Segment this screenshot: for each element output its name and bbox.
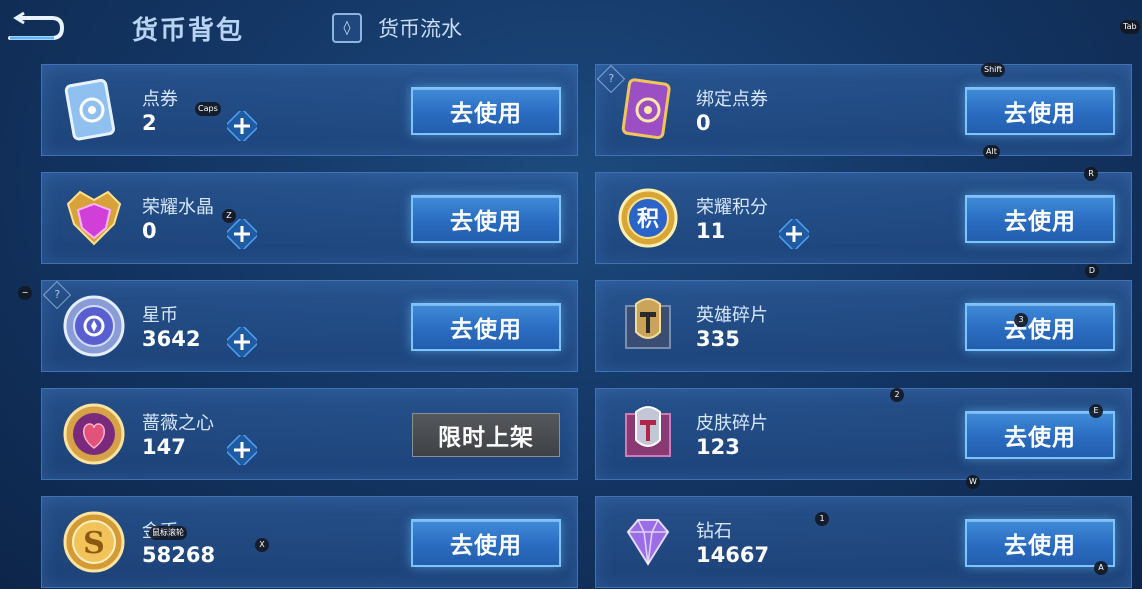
glory-crystal-icon [66,190,122,246]
use-star-coin-button[interactable]: 去使用 [411,303,561,351]
gold-coin-icon: S [63,511,125,573]
add-ticket-button[interactable] [227,111,257,141]
currency-card-glory-points: 积 荣耀积分 11 去使用 R D [595,167,1132,278]
tab-currency-flow[interactable]: ◊ 货币流水 [332,10,462,46]
limited-time-button[interactable]: 限时上架 [412,413,560,457]
currency-card-diamond: 钻石 14667 去使用 1 A [595,496,1132,588]
currency-name: 蔷薇之心 [142,413,214,434]
skin-fragment-icon [625,406,671,457]
use-glory-points-button[interactable]: 去使用 [965,195,1115,243]
tab-currency-flow-label: 货币流水 [378,17,462,41]
plus-icon [227,219,257,249]
page-title: 货币背包 [132,16,245,46]
use-glory-crystal-button[interactable]: 去使用 [411,195,561,243]
key-hint-x: X [255,538,269,552]
star-coin-icon [63,295,125,357]
currency-flow-icon: ◊ [332,13,362,43]
currency-name: 钻石 [696,521,732,542]
key-hint-w: W [966,475,980,489]
key-hint-d: D [1085,264,1099,278]
key-hint-z: Z [222,209,236,223]
currency-name: 英雄碎片 [696,305,768,326]
back-button[interactable] [4,10,66,44]
back-arrow-icon [8,11,65,40]
currency-card-bound-ticket: ? 绑定点券 0 去使用 [595,64,1132,156]
currency-amount: 14667 [696,543,770,567]
key-hint-one: 1 [815,512,829,526]
currency-card-hero-fragment: 英雄碎片 335 去使用 3 [595,280,1132,372]
key-hint-r: R [1084,167,1098,181]
key-hint-alt: Alt [983,145,1000,159]
add-glory-crystal-button[interactable] [227,219,257,249]
plus-icon [227,327,257,357]
key-hint-two: 2 [890,388,904,402]
key-hint-three: 3 [1014,313,1028,327]
key-hint-a: A [1094,561,1108,575]
plus-icon [779,219,809,249]
svg-text:S: S [83,526,105,561]
currency-name: 皮肤碎片 [696,413,768,434]
currency-name: 绑定点券 [696,89,768,110]
key-hint-tab: Tab [1120,20,1140,34]
plus-icon [227,435,257,465]
currency-amount: 58268 [142,543,216,567]
currency-name: 荣耀水晶 [142,197,214,218]
key-hint-shift: Shift [981,63,1006,77]
currency-amount: 3642 [142,327,201,351]
currency-name: 星币 [142,305,178,326]
currency-card-skin-fragment: 皮肤碎片 123 去使用 2 E W [595,388,1132,489]
currency-amount: 123 [696,435,740,459]
ticket-card-icon [64,78,115,141]
currency-name: 荣耀积分 [696,197,768,218]
currency-card-glory-crystal: 荣耀水晶 0 去使用 Z [41,172,578,264]
currency-name: 点券 [142,89,178,110]
use-gold-coin-button[interactable]: 去使用 [411,519,561,567]
bound-ticket-card-icon [621,78,671,140]
diamond-icon [626,519,670,566]
currency-amount: 147 [142,435,186,459]
key-hint-caps: Caps [195,102,221,116]
currency-amount: 11 [696,219,726,243]
use-bound-ticket-button[interactable]: 去使用 [965,87,1115,135]
key-hint-e: E [1089,404,1103,418]
use-skin-fragment-button[interactable]: 去使用 [965,411,1115,459]
key-hint-minus: − [18,286,32,300]
currency-card-rose-heart: 蔷薇之心 147 限时上架 [41,388,578,480]
use-ticket-button[interactable]: 去使用 [411,87,561,135]
currency-card-gold-coin: S 金币 58268 去使用 鼠标滚轮 X [41,496,578,588]
svg-text:积: 积 [637,207,659,232]
rose-heart-icon [63,403,125,465]
currency-amount: 0 [142,219,157,243]
currency-amount: 0 [696,111,711,135]
top-bar: 货币背包 ◊ 货币流水 [0,0,1142,58]
currency-amount: 2 [142,111,157,135]
glory-points-icon: 积 [618,188,678,248]
key-hint-overlay: 鼠标滚轮 [149,526,187,540]
plus-icon [227,111,257,141]
use-hero-fragment-button[interactable]: 去使用 [965,303,1115,351]
currency-card-ticket: 点券 2 去使用 Caps [41,64,578,156]
hero-fragment-icon [625,298,671,349]
add-glory-points-button[interactable] [779,219,809,249]
use-diamond-button[interactable]: 去使用 [965,519,1115,567]
add-star-coin-button[interactable] [227,327,257,357]
currency-amount: 335 [696,327,740,351]
currency-card-star-coin: ? 星币 3642 去使用 [41,280,578,372]
add-rose-heart-button[interactable] [227,435,257,465]
